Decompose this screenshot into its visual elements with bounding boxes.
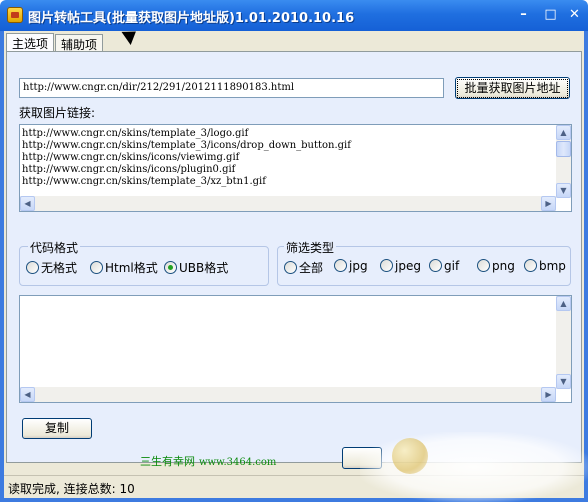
radio-filter-png[interactable]: png (477, 259, 515, 275)
scroll-left-arrow-icon[interactable]: ◀ (20, 196, 35, 211)
scroll-thumb[interactable] (556, 141, 571, 157)
tab-auxiliary-options[interactable]: 辅助项 (55, 34, 104, 52)
radio-circle-icon (429, 259, 442, 272)
radio-label: jpeg (395, 259, 421, 273)
site-name: 三生有幸网 (140, 455, 195, 468)
code-format-legend: 代码格式 (28, 239, 81, 256)
minimize-button[interactable]: – (513, 5, 534, 26)
radio-label: jpg (349, 259, 368, 273)
image-link-line: http://www.cngr.cn/skins/template_3/logo… (22, 128, 249, 139)
filter-type-group: 筛选类型 全部 jpg jpeg gif png bmp (277, 239, 571, 286)
tab-main-options[interactable]: 主选项 (6, 33, 55, 53)
image-link-line: http://www.cngr.cn/skins/template_3/icon… (22, 140, 351, 151)
radio-label: png (492, 259, 515, 273)
scroll-right-arrow-icon[interactable]: ▶ (541, 196, 556, 211)
scroll-down-arrow-icon[interactable]: ▼ (556, 374, 571, 389)
copy-button[interactable]: 复制 (22, 418, 92, 439)
radio-circle-icon (334, 259, 347, 272)
output-horizontal-scrollbar[interactable]: ◀ ▶ (20, 387, 556, 402)
radio-circle-icon (524, 259, 537, 272)
url-input[interactable]: http://www.cngr.cn/dir/212/291/201211189… (19, 78, 444, 98)
scroll-right-arrow-icon[interactable]: ▶ (541, 387, 556, 402)
radio-label: 无格式 (41, 261, 78, 275)
scroll-left-arrow-icon[interactable]: ◀ (20, 387, 35, 402)
radio-ubb-format[interactable]: UBB格式 (164, 259, 228, 275)
title-bar[interactable]: 图片转帖工具(批量获取图片地址版)1.01.2010.10.16 – □ ✕ (0, 0, 588, 31)
links-horizontal-scrollbar[interactable]: ◀ ▶ (20, 196, 556, 211)
radio-label: Html格式 (105, 261, 158, 275)
radio-filter-bmp[interactable]: bmp (524, 259, 566, 275)
radio-label: gif (444, 259, 460, 273)
window-title: 图片转帖工具(批量获取图片地址版)1.01.2010.10.16 (28, 11, 355, 26)
code-format-group: 代码格式 无格式 Html格式 UBB格式 (19, 239, 269, 286)
site-url: www.3464.com (199, 457, 277, 468)
radio-label: 全部 (299, 261, 324, 275)
radio-selected-icon (164, 261, 177, 274)
window-client: 主选项 辅助项 http://www.cngr.cn/dir/212/291/2… (4, 31, 584, 498)
scroll-up-arrow-icon[interactable]: ▲ (556, 296, 571, 311)
radio-circle-icon (284, 261, 297, 274)
radio-filter-jpg[interactable]: jpg (334, 259, 368, 275)
radio-html-format[interactable]: Html格式 (90, 259, 158, 275)
batch-fetch-label: 批量获取图片地址 (457, 79, 568, 98)
image-links-textarea[interactable]: http://www.cngr.cn/skins/template_3/logo… (19, 124, 572, 212)
output-code-textarea[interactable]: ▲ ▼ ◀ ▶ (19, 295, 572, 403)
watermark-logo-icon (392, 438, 428, 474)
radio-filter-jpeg[interactable]: jpeg (380, 259, 421, 275)
image-links-text: http://www.cngr.cn/skins/template_3/logo… (22, 128, 351, 188)
radio-circle-icon (477, 259, 490, 272)
links-vertical-scrollbar[interactable]: ▲ ▼ (556, 125, 571, 198)
site-credit[interactable]: 三生有幸网 www.3464.com (140, 453, 276, 469)
main-options-panel: http://www.cngr.cn/dir/212/291/201211189… (6, 51, 582, 463)
image-link-line: http://www.cngr.cn/skins/icons/viewimg.g… (22, 152, 240, 163)
radio-filter-gif[interactable]: gif (429, 259, 459, 275)
scroll-up-arrow-icon[interactable]: ▲ (556, 125, 571, 140)
links-label: 获取图片链接: (19, 106, 96, 120)
radio-label: UBB格式 (179, 261, 229, 275)
image-link-line: http://www.cngr.cn/skins/template_3/xz_b… (22, 176, 266, 187)
radio-circle-icon (26, 261, 39, 274)
status-text: 读取完成, 连接总数: 10 (8, 482, 135, 496)
app-icon (7, 7, 23, 23)
output-vertical-scrollbar[interactable]: ▲ ▼ (556, 296, 571, 389)
scroll-down-arrow-icon[interactable]: ▼ (556, 183, 571, 198)
maximize-button[interactable]: □ (540, 5, 561, 26)
radio-no-format[interactable]: 无格式 (26, 259, 77, 275)
radio-circle-icon (90, 261, 103, 274)
radio-label: bmp (539, 259, 566, 273)
batch-fetch-button[interactable]: 批量获取图片地址 (455, 77, 570, 99)
close-button[interactable]: ✕ (564, 5, 585, 26)
watermark-overlay (360, 432, 588, 502)
filter-type-legend: 筛选类型 (284, 239, 337, 256)
radio-filter-all[interactable]: 全部 (284, 259, 323, 275)
radio-circle-icon (380, 259, 393, 272)
image-link-line: http://www.cngr.cn/skins/icons/plugin0.g… (22, 164, 236, 175)
